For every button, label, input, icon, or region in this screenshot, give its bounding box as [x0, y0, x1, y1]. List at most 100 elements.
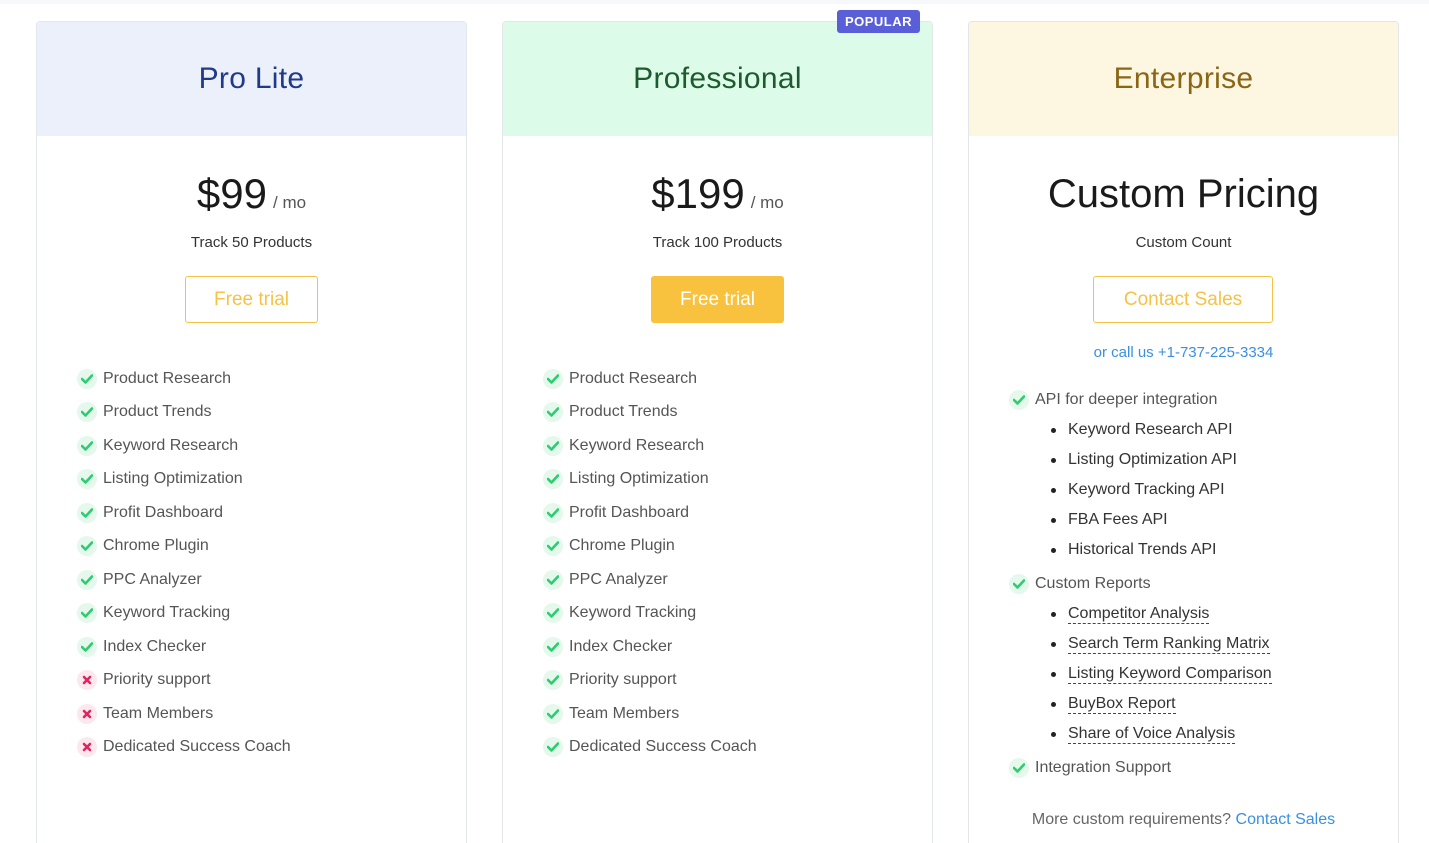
cross-icon: [77, 703, 97, 724]
check-icon: [543, 536, 563, 557]
feature-label: Keyword Research: [569, 436, 705, 454]
page-top-divider: [0, 0, 1429, 4]
feature-label: Chrome Plugin: [569, 537, 675, 555]
sublist-label: Listing Optimization API: [1068, 451, 1237, 468]
phone-link[interactable]: +1-737-225-3334: [1158, 344, 1274, 361]
report-item[interactable]: Competitor Analysis: [1051, 599, 1389, 629]
feature-label: PPC Analyzer: [569, 570, 668, 588]
call-us-text: or call us +1-737-225-3334: [969, 344, 1398, 361]
check-icon: [543, 402, 563, 423]
sublist-label: FBA Fees API: [1068, 511, 1168, 528]
check-icon: [77, 603, 97, 624]
feature-item: Chrome Plugin: [77, 530, 291, 564]
feature-label: Product Trends: [103, 403, 212, 421]
feature-item: Dedicated Success Coach: [77, 731, 291, 765]
feature-item: Priority support: [543, 664, 757, 698]
feature-group-label: Integration Support: [1035, 759, 1172, 776]
feature-item: Product Research: [77, 362, 291, 396]
price-period: / mo: [750, 193, 784, 212]
sublist-label[interactable]: Listing Keyword Comparison: [1068, 665, 1272, 684]
feature-item: Profit Dashboard: [77, 496, 291, 530]
feature-item: Product Trends: [543, 396, 757, 430]
free-trial-button[interactable]: Free trial: [651, 276, 784, 323]
report-item[interactable]: Listing Keyword Comparison: [1051, 659, 1389, 689]
feature-item: Keyword Research: [77, 429, 291, 463]
feature-label: Listing Optimization: [569, 470, 709, 488]
check-icon: [77, 469, 97, 490]
sublist-label: Historical Trends API: [1068, 541, 1217, 558]
feature-sublist: Keyword Research API Listing Optimization…: [1009, 415, 1389, 565]
plan-subtitle: Track 100 Products: [652, 234, 783, 251]
feature-item: Index Checker: [77, 630, 291, 664]
feature-group-label: Custom Reports: [1035, 575, 1151, 592]
plan-price: $99: [196, 170, 267, 217]
plan-name: Pro Lite: [198, 62, 305, 95]
check-icon: [77, 368, 97, 389]
check-icon: [543, 603, 563, 624]
cross-icon: [77, 737, 97, 758]
check-icon: [1009, 758, 1029, 778]
call-prefix: or call us: [1093, 344, 1158, 361]
popular-badge: POPULAR: [836, 10, 920, 33]
plan-price: $199: [651, 170, 745, 217]
feature-item: Keyword Research: [543, 429, 757, 463]
feature-label: Dedicated Success Coach: [569, 738, 757, 756]
report-item[interactable]: BuyBox Report: [1051, 689, 1389, 719]
check-icon: [77, 536, 97, 557]
feature-item: Team Members: [77, 697, 291, 731]
custom-pricing: Custom Pricing: [1047, 172, 1320, 216]
contact-sales-link[interactable]: Contact Sales: [1236, 811, 1336, 828]
check-icon: [543, 502, 563, 523]
feature-label: Product Research: [103, 369, 232, 387]
api-item: FBA Fees API: [1051, 505, 1389, 535]
feature-group: Integration Support: [1009, 753, 1389, 783]
enterprise-feature-list: API for deeper integration Keyword Resear…: [1009, 385, 1389, 787]
more-requirements: More custom requirements? Contact Sales: [969, 811, 1398, 829]
feature-label: Index Checker: [103, 637, 207, 655]
api-item: Historical Trends API: [1051, 535, 1389, 565]
feature-item: PPC Analyzer: [543, 563, 757, 597]
report-item[interactable]: Search Term Ranking Matrix: [1051, 629, 1389, 659]
feature-label: Team Members: [569, 704, 680, 722]
check-icon: [543, 368, 563, 389]
check-icon: [77, 636, 97, 657]
feature-sublist: Competitor Analysis Search Term Ranking M…: [1009, 599, 1389, 749]
feature-label: Keyword Tracking: [569, 604, 697, 622]
feature-item: Listing Optimization: [77, 463, 291, 497]
feature-item: Priority support: [77, 664, 291, 698]
check-icon: [543, 636, 563, 657]
free-trial-button[interactable]: Free trial: [185, 276, 318, 323]
feature-label: Dedicated Success Coach: [103, 738, 291, 756]
sublist-label: Keyword Tracking API: [1068, 481, 1225, 498]
check-icon: [543, 670, 563, 691]
contact-sales-button[interactable]: Contact Sales: [1093, 276, 1273, 323]
feature-label: Priority support: [569, 671, 677, 689]
sublist-label[interactable]: Share of Voice Analysis: [1068, 725, 1236, 744]
price-row: $99 / mo: [37, 170, 466, 218]
plan-name: Professional: [633, 62, 802, 95]
feature-group: Custom Reports: [1009, 569, 1389, 599]
feature-label: Profit Dashboard: [569, 503, 690, 521]
check-icon: [543, 737, 563, 758]
feature-item: Keyword Tracking: [77, 597, 291, 631]
feature-label: Keyword Research: [103, 436, 239, 454]
feature-label: Priority support: [103, 671, 211, 689]
feature-item: Chrome Plugin: [543, 530, 757, 564]
sublist-label: Keyword Research API: [1068, 421, 1233, 438]
sublist-label[interactable]: Competitor Analysis: [1068, 605, 1210, 624]
sublist-label[interactable]: BuyBox Report: [1068, 695, 1176, 714]
feature-group: API for deeper integration: [1009, 385, 1389, 415]
feature-item: Dedicated Success Coach: [543, 731, 757, 765]
plan-subtitle: Track 50 Products: [190, 234, 313, 251]
price-period: / mo: [273, 193, 307, 212]
check-icon: [543, 435, 563, 456]
plan-header: Enterprise: [969, 22, 1398, 136]
feature-item: Keyword Tracking: [543, 597, 757, 631]
sublist-label[interactable]: Search Term Ranking Matrix: [1068, 635, 1270, 654]
feature-item: Index Checker: [543, 630, 757, 664]
report-item[interactable]: Share of Voice Analysis: [1051, 719, 1389, 749]
plan-card-enterprise: Enterprise Custom Pricing Custom Count C…: [968, 21, 1399, 843]
cross-icon: [77, 670, 97, 691]
feature-item: Product Research: [543, 362, 757, 396]
feature-label: Index Checker: [569, 637, 673, 655]
